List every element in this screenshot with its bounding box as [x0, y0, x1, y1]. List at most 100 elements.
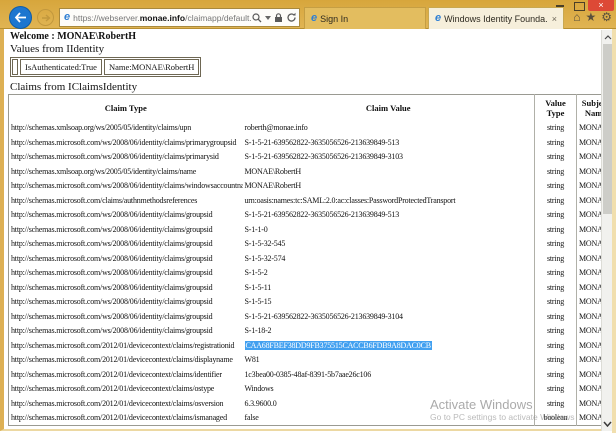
search-dropdown-caret-icon[interactable]	[265, 16, 271, 20]
claim-value-cell: S-1-5-21-639562822-3635056526-213639849-…	[243, 309, 535, 324]
claim-value-cell: 6.3.9600.0	[243, 396, 535, 411]
claims-row: http://schemas.microsoft.com/ws/2008/06/…	[9, 135, 613, 150]
favorites-star-icon[interactable]: ★	[585, 11, 596, 24]
claim-value-cell: Windows	[243, 382, 535, 397]
claims-row: http://schemas.microsoft.com/2012/01/dev…	[9, 382, 613, 397]
claim-value-cell: CAA68FBEF38DD9FB375515CACCB6FDB9A8DAC0CB	[243, 338, 535, 353]
claim-type-cell: http://schemas.microsoft.com/2012/01/dev…	[9, 396, 243, 411]
claim-value-cell: S-1-5-32-574	[243, 251, 535, 266]
value-type-cell: string	[535, 324, 577, 339]
claim-type-cell: http://schemas.xmlsoap.org/ws/2005/05/id…	[9, 164, 243, 179]
value-type-cell: string	[535, 208, 577, 223]
claim-value-cell: S-1-5-11	[243, 280, 535, 295]
claim-type-cell: http://schemas.microsoft.com/ws/2008/06/…	[9, 266, 243, 281]
claims-row: http://schemas.microsoft.com/ws/2008/06/…	[9, 251, 613, 266]
tab-close-icon[interactable]: ×	[548, 14, 557, 24]
claim-value-cell: roberth@monae.info	[243, 121, 535, 136]
claim-value-cell: S-1-1-0	[243, 222, 535, 237]
claims-row: http://schemas.microsoft.com/ws/2008/06/…	[9, 208, 613, 223]
identity-value-cell: IsAuthenticated:True	[20, 59, 102, 75]
claims-row: http://schemas.xmlsoap.org/ws/2005/05/id…	[9, 121, 613, 136]
identity-empty-cell	[12, 59, 18, 75]
claim-value-cell: S-1-5-21-639562822-3635056526-213639849-…	[243, 150, 535, 165]
claim-value-cell: MONAE\RobertH	[243, 164, 535, 179]
forward-button[interactable]	[37, 9, 54, 26]
claims-row: http://schemas.microsoft.com/ws/2008/06/…	[9, 324, 613, 339]
welcome-text: Welcome : MONAE\RobertH	[10, 31, 612, 42]
claim-value-cell: 1c3bea00-0385-48af-8391-5b7aae26c106	[243, 367, 535, 382]
value-type-cell: string	[535, 150, 577, 165]
claims-row: http://schemas.microsoft.com/ws/2008/06/…	[9, 150, 613, 165]
value-type-cell: string	[535, 367, 577, 382]
claims-row: http://schemas.microsoft.com/claims/auth…	[9, 193, 613, 208]
value-type-cell: string	[535, 179, 577, 194]
scrollbar-thumb[interactable]	[603, 44, 612, 214]
ie-tab-icon: e	[311, 13, 320, 24]
claim-type-cell: http://schemas.microsoft.com/ws/2008/06/…	[9, 251, 243, 266]
selected-text: CAA68FBEF38DD9FB375515CACCB6FDB9A8DAC0CB	[245, 341, 432, 350]
claim-type-cell: http://schemas.microsoft.com/ws/2008/06/…	[9, 222, 243, 237]
ie-tab-icon: e	[435, 13, 444, 24]
claim-type-cell: http://schemas.microsoft.com/ws/2008/06/…	[9, 324, 243, 339]
tab-windows-identity-foundation[interactable]: e Windows Identity Founda... ×	[428, 7, 564, 29]
url-prefix: https://webserver.	[73, 13, 140, 23]
home-icon[interactable]: ⌂	[573, 11, 580, 24]
back-arrow-icon	[14, 12, 27, 23]
claims-row: http://schemas.microsoft.com/2012/01/dev…	[9, 411, 613, 426]
claim-type-cell: http://schemas.xmlsoap.org/ws/2005/05/id…	[9, 121, 243, 136]
value-type-cell: string	[535, 193, 577, 208]
ie-page-icon: e	[64, 12, 73, 23]
tab-label: Sign In	[320, 14, 419, 24]
claims-row: http://schemas.microsoft.com/ws/2008/06/…	[9, 266, 613, 281]
claims-tbody: http://schemas.xmlsoap.org/ws/2005/05/id…	[9, 121, 613, 426]
page-content: Welcome : MONAE\RobertH Values from IIde…	[0, 29, 612, 431]
identity-values-row: IsAuthenticated:TrueName:MONAE\RobertH	[12, 59, 199, 75]
url-domain: monae.info	[140, 13, 185, 23]
value-type-cell: string	[535, 309, 577, 324]
forward-arrow-icon	[41, 14, 51, 22]
identity-heading: Values from IIdentity	[10, 43, 612, 55]
value-type-cell: string	[535, 251, 577, 266]
tools-gear-icon[interactable]: ⚙	[601, 11, 612, 24]
claims-column-header: Claim Type	[9, 95, 243, 121]
claims-row: http://schemas.microsoft.com/2012/01/dev…	[9, 338, 613, 353]
claims-row: http://schemas.microsoft.com/ws/2008/06/…	[9, 280, 613, 295]
claim-value-cell: urn:oasis:names:tc:SAML:2.0:ac:classes:P…	[243, 193, 535, 208]
claim-value-cell: S-1-18-2	[243, 324, 535, 339]
tab-label: Windows Identity Founda...	[444, 14, 548, 24]
claims-header-row: Claim TypeClaim ValueValue TypeSubject N…	[9, 95, 613, 121]
claim-type-cell: http://schemas.microsoft.com/ws/2008/06/…	[9, 309, 243, 324]
claim-type-cell: http://schemas.microsoft.com/claims/auth…	[9, 193, 243, 208]
search-icon[interactable]	[252, 13, 262, 23]
claims-row: http://schemas.xmlsoap.org/ws/2005/05/id…	[9, 164, 613, 179]
claim-type-cell: http://schemas.microsoft.com/ws/2008/06/…	[9, 208, 243, 223]
claims-row: http://schemas.microsoft.com/ws/2008/06/…	[9, 237, 613, 252]
claim-type-cell: http://schemas.microsoft.com/2012/01/dev…	[9, 338, 243, 353]
claim-value-cell: false	[243, 411, 535, 426]
value-type-cell: string	[535, 164, 577, 179]
claim-type-cell: http://schemas.microsoft.com/ws/2008/06/…	[9, 295, 243, 310]
claims-row: http://schemas.microsoft.com/ws/2008/06/…	[9, 309, 613, 324]
claim-type-cell: http://schemas.microsoft.com/ws/2008/06/…	[9, 280, 243, 295]
vertical-scrollbar[interactable]	[601, 30, 612, 431]
value-type-cell: boolean	[535, 411, 577, 426]
back-button[interactable]	[9, 6, 32, 29]
claims-row: http://schemas.microsoft.com/2012/01/dev…	[9, 396, 613, 411]
url-path: /claimapp/default.aspx	[185, 13, 252, 23]
address-bar[interactable]: e https://webserver.monae.info/claimapp/…	[59, 8, 300, 27]
claim-value-cell: S-1-5-21-639562822-3635056526-213639849-…	[243, 208, 535, 223]
lock-icon	[274, 13, 283, 23]
claim-value-cell: S-1-5-2	[243, 266, 535, 281]
value-type-cell: string	[535, 295, 577, 310]
value-type-cell: string	[535, 135, 577, 150]
browser-chrome: × e https://webserver.monae.info/claimap…	[0, 0, 616, 29]
maximize-button[interactable]	[570, 0, 588, 10]
tab-sign-in[interactable]: e Sign In	[304, 7, 426, 29]
claim-value-cell: MONAE\RobertH	[243, 179, 535, 194]
claim-value-cell: S-1-5-32-545	[243, 237, 535, 252]
claim-type-cell: http://schemas.microsoft.com/2012/01/dev…	[9, 382, 243, 397]
value-type-cell: string	[535, 396, 577, 411]
refresh-icon[interactable]	[286, 12, 297, 23]
claims-column-header: Value Type	[535, 95, 577, 121]
claim-type-cell: http://schemas.microsoft.com/2012/01/dev…	[9, 367, 243, 382]
